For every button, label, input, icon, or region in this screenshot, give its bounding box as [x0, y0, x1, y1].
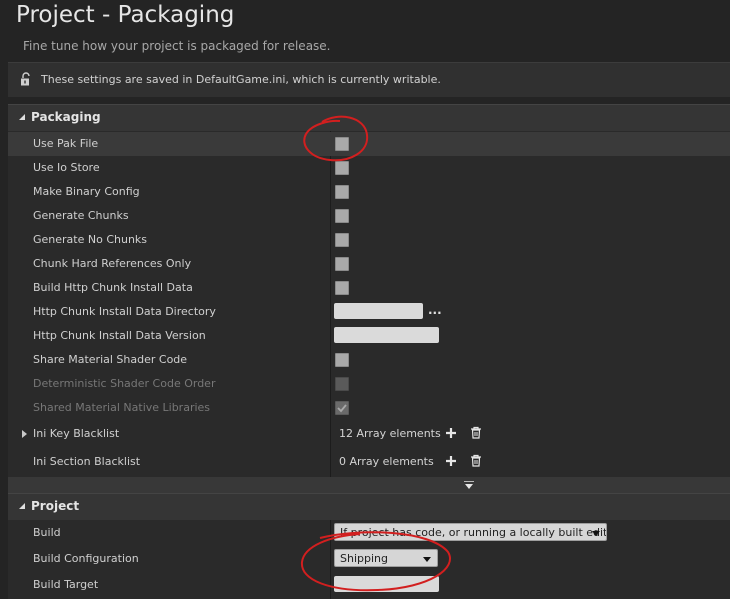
http-chunk-install-data-version-input[interactable]: [334, 327, 439, 343]
notice-text: These settings are saved in DefaultGame.…: [41, 73, 441, 86]
build-configuration-combo[interactable]: Shipping: [334, 549, 438, 567]
project-section-header[interactable]: Project: [8, 493, 730, 520]
row-ini-key-blacklist: Ini Key Blacklist 12 Array elements: [8, 422, 730, 446]
dropdown-arrow-icon: [423, 557, 431, 562]
property-label: Ini Key Blacklist: [33, 427, 120, 440]
property-label: Build Configuration: [33, 552, 139, 565]
row-build-configuration: Build Configuration Shipping: [8, 547, 730, 571]
array-count: 12 Array elements: [339, 427, 441, 440]
row-shared-material-native-libraries: Shared Material Native Libraries: [8, 396, 730, 420]
checkmark-icon: [337, 404, 347, 413]
property-label: Generate No Chunks: [33, 233, 148, 246]
packaging-section-header[interactable]: Packaging: [8, 104, 730, 131]
property-label: Chunk Hard References Only: [33, 257, 192, 270]
property-label: Ini Section Blacklist: [33, 455, 141, 468]
page-title-text: Project - Packaging: [16, 2, 235, 28]
page-title: Project - Packaging: [8, 2, 234, 28]
row-generate-chunks: Generate Chunks: [8, 204, 730, 228]
property-label: Make Binary Config: [33, 185, 140, 198]
row-use-io-store: Use Io Store: [8, 156, 730, 180]
row-use-pak-file: Use Pak File: [8, 132, 730, 156]
row-deterministic-shader-code-order: Deterministic Shader Code Order: [8, 372, 730, 396]
dropdown-arrow-icon: [592, 531, 600, 536]
project-section-label: Project: [31, 499, 80, 513]
use-io-store-checkbox[interactable]: [335, 161, 349, 175]
build-http-chunk-install-data-checkbox[interactable]: [335, 281, 349, 295]
shared-material-native-libraries-checkbox: [335, 401, 349, 415]
row-ini-section-blacklist: Ini Section Blacklist 0 Array elements: [8, 450, 730, 474]
property-label: Share Material Shader Code: [33, 353, 188, 366]
row-chunk-hard-references-only: Chunk Hard References Only: [8, 252, 730, 276]
config-notice: These settings are saved in DefaultGame.…: [8, 62, 730, 97]
generate-no-chunks-checkbox[interactable]: [335, 233, 349, 247]
row-generate-no-chunks: Generate No Chunks: [8, 228, 730, 252]
packaging-section-label: Packaging: [31, 110, 101, 124]
expand-arrow-icon[interactable]: [22, 430, 27, 438]
property-label: Shared Material Native Libraries: [33, 401, 211, 414]
unlocked-padlock-icon: [21, 72, 30, 86]
row-build-http-chunk-install-data: Build Http Chunk Install Data: [8, 276, 730, 300]
property-label: Build Target: [33, 578, 99, 591]
make-binary-config-checkbox[interactable]: [335, 185, 349, 199]
row-build: Build If project has code, or running a …: [8, 521, 730, 545]
show-advanced-arrow-icon: [464, 481, 474, 489]
expanded-arrow-icon: [19, 114, 25, 120]
build-target-input[interactable]: [334, 576, 439, 592]
share-material-shader-code-checkbox[interactable]: [335, 353, 349, 367]
property-label: Build: [33, 526, 61, 539]
property-label: Build Http Chunk Install Data: [33, 281, 193, 294]
build-combo[interactable]: If project has code, or running a locall…: [334, 523, 607, 541]
property-label: Deterministic Shader Code Order: [33, 377, 216, 390]
trash-icon[interactable]: [470, 426, 482, 439]
page-subtitle: Fine tune how your project is packaged f…: [23, 39, 331, 53]
row-http-chunk-install-data-version: Http Chunk Install Data Version: [8, 324, 730, 348]
http-chunk-install-data-directory-input[interactable]: [334, 303, 423, 319]
property-label: Http Chunk Install Data Version: [33, 329, 206, 342]
deterministic-shader-code-order-checkbox: [335, 377, 349, 391]
expanded-arrow-icon: [19, 503, 25, 509]
property-label: Generate Chunks: [33, 209, 129, 222]
row-share-material-shader-code: Share Material Shader Code: [8, 348, 730, 372]
chunk-hard-references-only-checkbox[interactable]: [335, 257, 349, 271]
property-label: Use Io Store: [33, 161, 100, 174]
use-pak-file-checkbox[interactable]: [335, 137, 349, 151]
trash-icon[interactable]: [470, 454, 482, 467]
combo-value: Shipping: [340, 552, 388, 565]
array-count: 0 Array elements: [339, 455, 434, 468]
generate-chunks-checkbox[interactable]: [335, 209, 349, 223]
property-label: Http Chunk Install Data Directory: [33, 305, 216, 318]
row-build-target: Build Target: [8, 573, 730, 597]
browse-button[interactable]: ...: [428, 303, 442, 317]
advanced-expander[interactable]: [8, 477, 730, 493]
add-element-icon[interactable]: [445, 427, 457, 439]
combo-value: If project has code, or running a locall…: [340, 526, 607, 539]
property-label: Use Pak File: [33, 137, 99, 150]
add-element-icon[interactable]: [445, 455, 457, 467]
row-http-chunk-install-data-directory: Http Chunk Install Data Directory ...: [8, 300, 730, 324]
row-make-binary-config: Make Binary Config: [8, 180, 730, 204]
